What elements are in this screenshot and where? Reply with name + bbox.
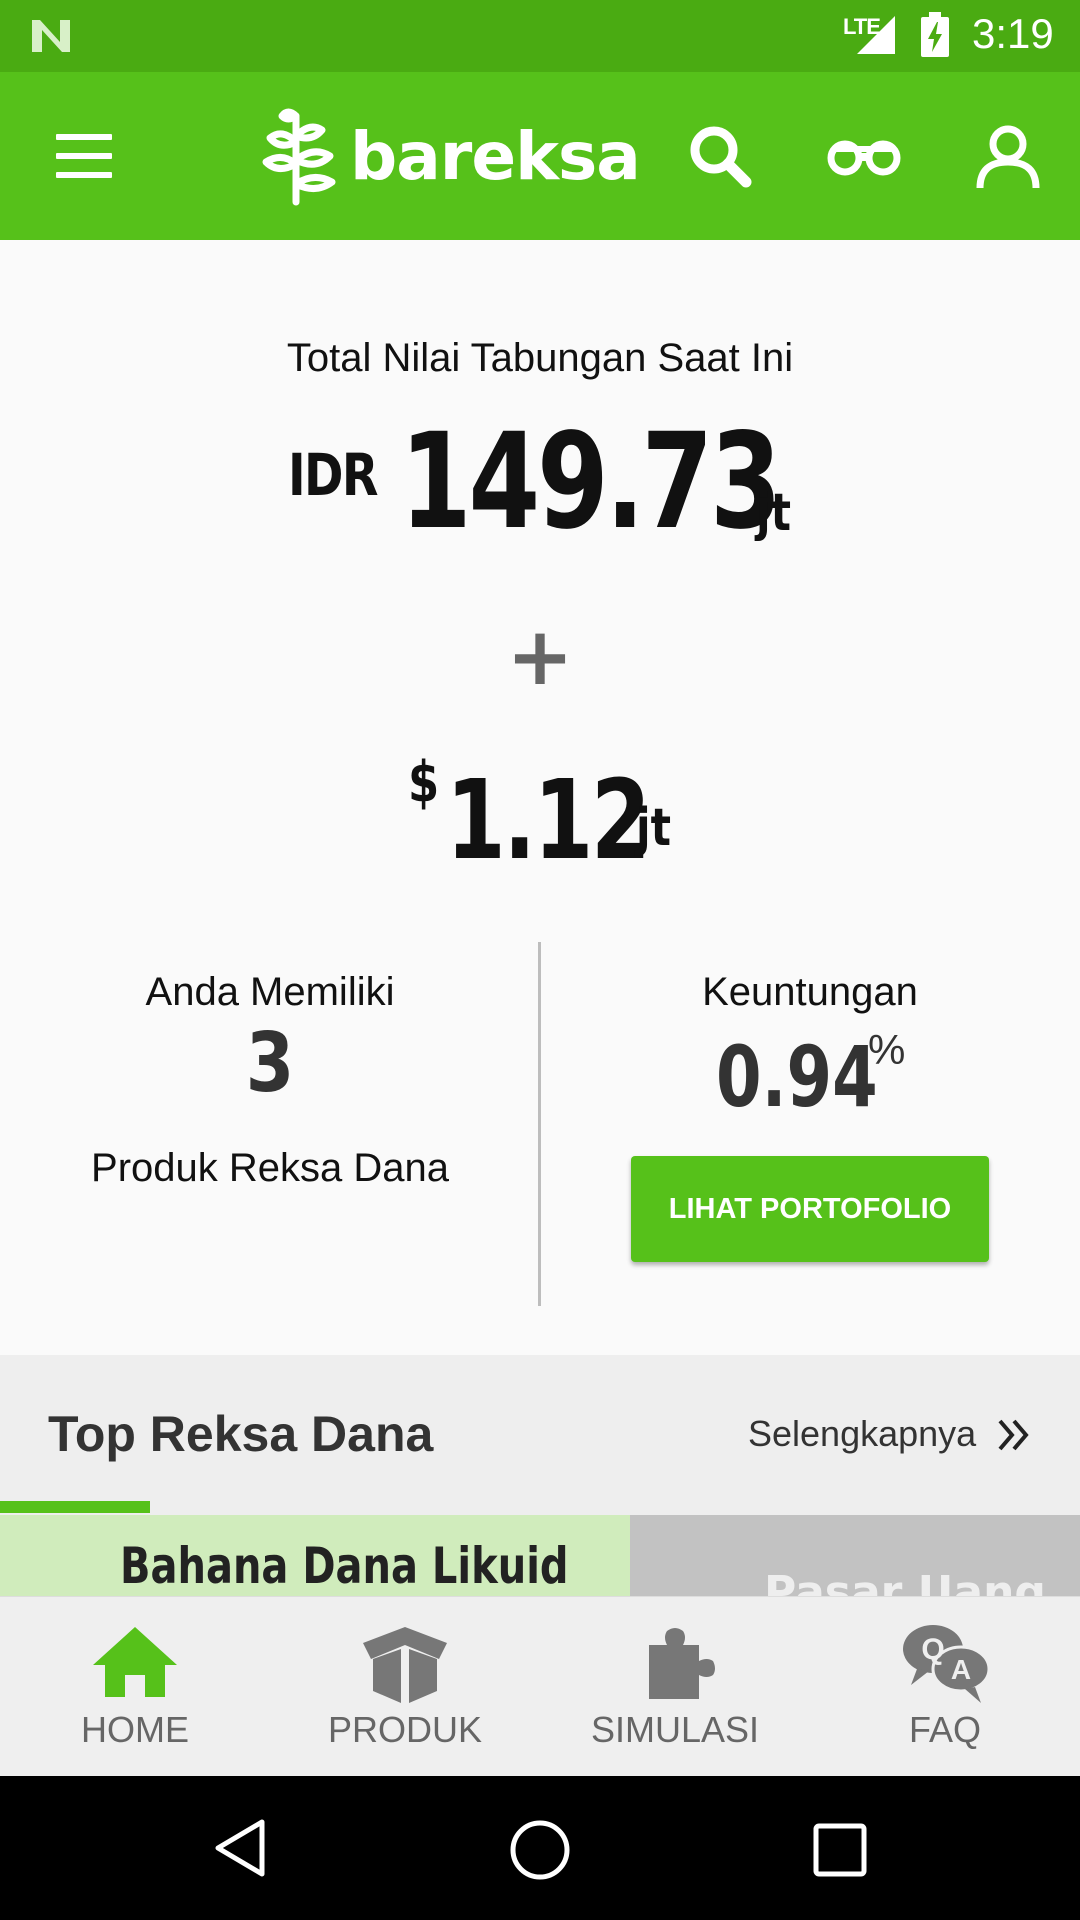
status-bar: LTE 3:19 bbox=[0, 0, 1080, 72]
tab-label: Bahana Dana Likuid bbox=[120, 1537, 569, 1595]
holdings-count: 3 bbox=[245, 1016, 295, 1111]
svg-text:A: A bbox=[951, 1654, 971, 1685]
notification-n-icon bbox=[32, 20, 70, 52]
recent-apps-icon[interactable] bbox=[812, 1822, 868, 1878]
usd-currency: $ bbox=[408, 750, 440, 815]
top-reksa-dana-section: Top Reksa Dana Selengkapnya Bahana Dana … bbox=[0, 1355, 1080, 1635]
home-icon bbox=[93, 1627, 177, 1697]
profit-unit: % bbox=[868, 1026, 906, 1073]
puzzle-icon bbox=[649, 1628, 715, 1699]
nav-label: FAQ bbox=[908, 1709, 982, 1750]
profit-value-row: 0.94 % bbox=[716, 1026, 1016, 1128]
brand-name: bareksa bbox=[350, 117, 641, 195]
battery-charging-icon bbox=[921, 12, 949, 57]
nav-label: SIMULASI bbox=[590, 1709, 760, 1750]
idr-value: 149.73 bbox=[400, 405, 782, 559]
box-icon bbox=[363, 1627, 447, 1703]
signal-icon bbox=[857, 16, 895, 54]
see-more-link[interactable]: Selengkapnya bbox=[748, 1413, 976, 1455]
usd-total: $ 1.12 jt bbox=[0, 740, 1080, 884]
back-icon[interactable] bbox=[210, 1818, 270, 1878]
nav-produk[interactable]: PRODUK bbox=[270, 1597, 540, 1777]
plus-sign: + bbox=[506, 610, 574, 703]
bareksa-leaf-icon bbox=[262, 108, 336, 206]
usd-value: 1.12 bbox=[446, 756, 651, 884]
tab-indicator bbox=[0, 1501, 150, 1513]
section-title: Top Reksa Dana bbox=[48, 1406, 434, 1462]
idr-total: IDR 149.73 jt bbox=[0, 405, 1080, 559]
nav-label: HOME bbox=[81, 1709, 189, 1750]
qa-icon: Q A bbox=[903, 1625, 991, 1703]
idr-unit: jt bbox=[756, 483, 792, 543]
holdings-label: Anda Memiliki bbox=[145, 970, 395, 1014]
view-portfolio-button[interactable]: LIHAT PORTOFOLIO bbox=[631, 1156, 989, 1262]
brand-logo[interactable]: bareksa bbox=[258, 106, 641, 206]
portfolio-summary: Total Nilai Tabungan Saat Ini IDR 149.73… bbox=[0, 240, 1080, 1355]
profit-label: Keuntungan bbox=[702, 970, 918, 1014]
app-bar: bareksa bbox=[0, 72, 1080, 240]
nav-home[interactable]: HOME bbox=[0, 1597, 270, 1777]
profit-value: 0.94 bbox=[716, 1028, 878, 1126]
nav-faq[interactable]: Q A FAQ bbox=[810, 1597, 1080, 1777]
holdings-sub-label: Produk Reksa Dana bbox=[91, 1146, 449, 1190]
binoculars-icon[interactable] bbox=[826, 120, 902, 192]
menu-icon bbox=[56, 134, 112, 140]
nav-label: PRODUK bbox=[327, 1709, 483, 1750]
total-savings-label: Total Nilai Tabungan Saat Ini bbox=[286, 336, 794, 380]
usd-unit: jt bbox=[636, 798, 672, 858]
nav-simulasi[interactable]: SIMULASI bbox=[540, 1597, 810, 1777]
home-circle-icon[interactable] bbox=[508, 1818, 572, 1882]
search-icon[interactable] bbox=[684, 120, 756, 192]
menu-icon-line bbox=[56, 153, 112, 159]
idr-currency: IDR bbox=[288, 441, 379, 509]
double-chevron-right-icon[interactable] bbox=[996, 1415, 1036, 1455]
profile-icon[interactable] bbox=[972, 120, 1044, 192]
svg-text:Q: Q bbox=[921, 1633, 944, 1666]
menu-button[interactable] bbox=[56, 134, 112, 178]
system-navigation-bar bbox=[0, 1776, 1080, 1920]
bottom-navigation: HOME PRODUK SIMULASI Q A FAQ bbox=[0, 1596, 1080, 1777]
menu-icon-line bbox=[56, 172, 112, 178]
status-clock: 3:19 bbox=[972, 10, 1054, 57]
